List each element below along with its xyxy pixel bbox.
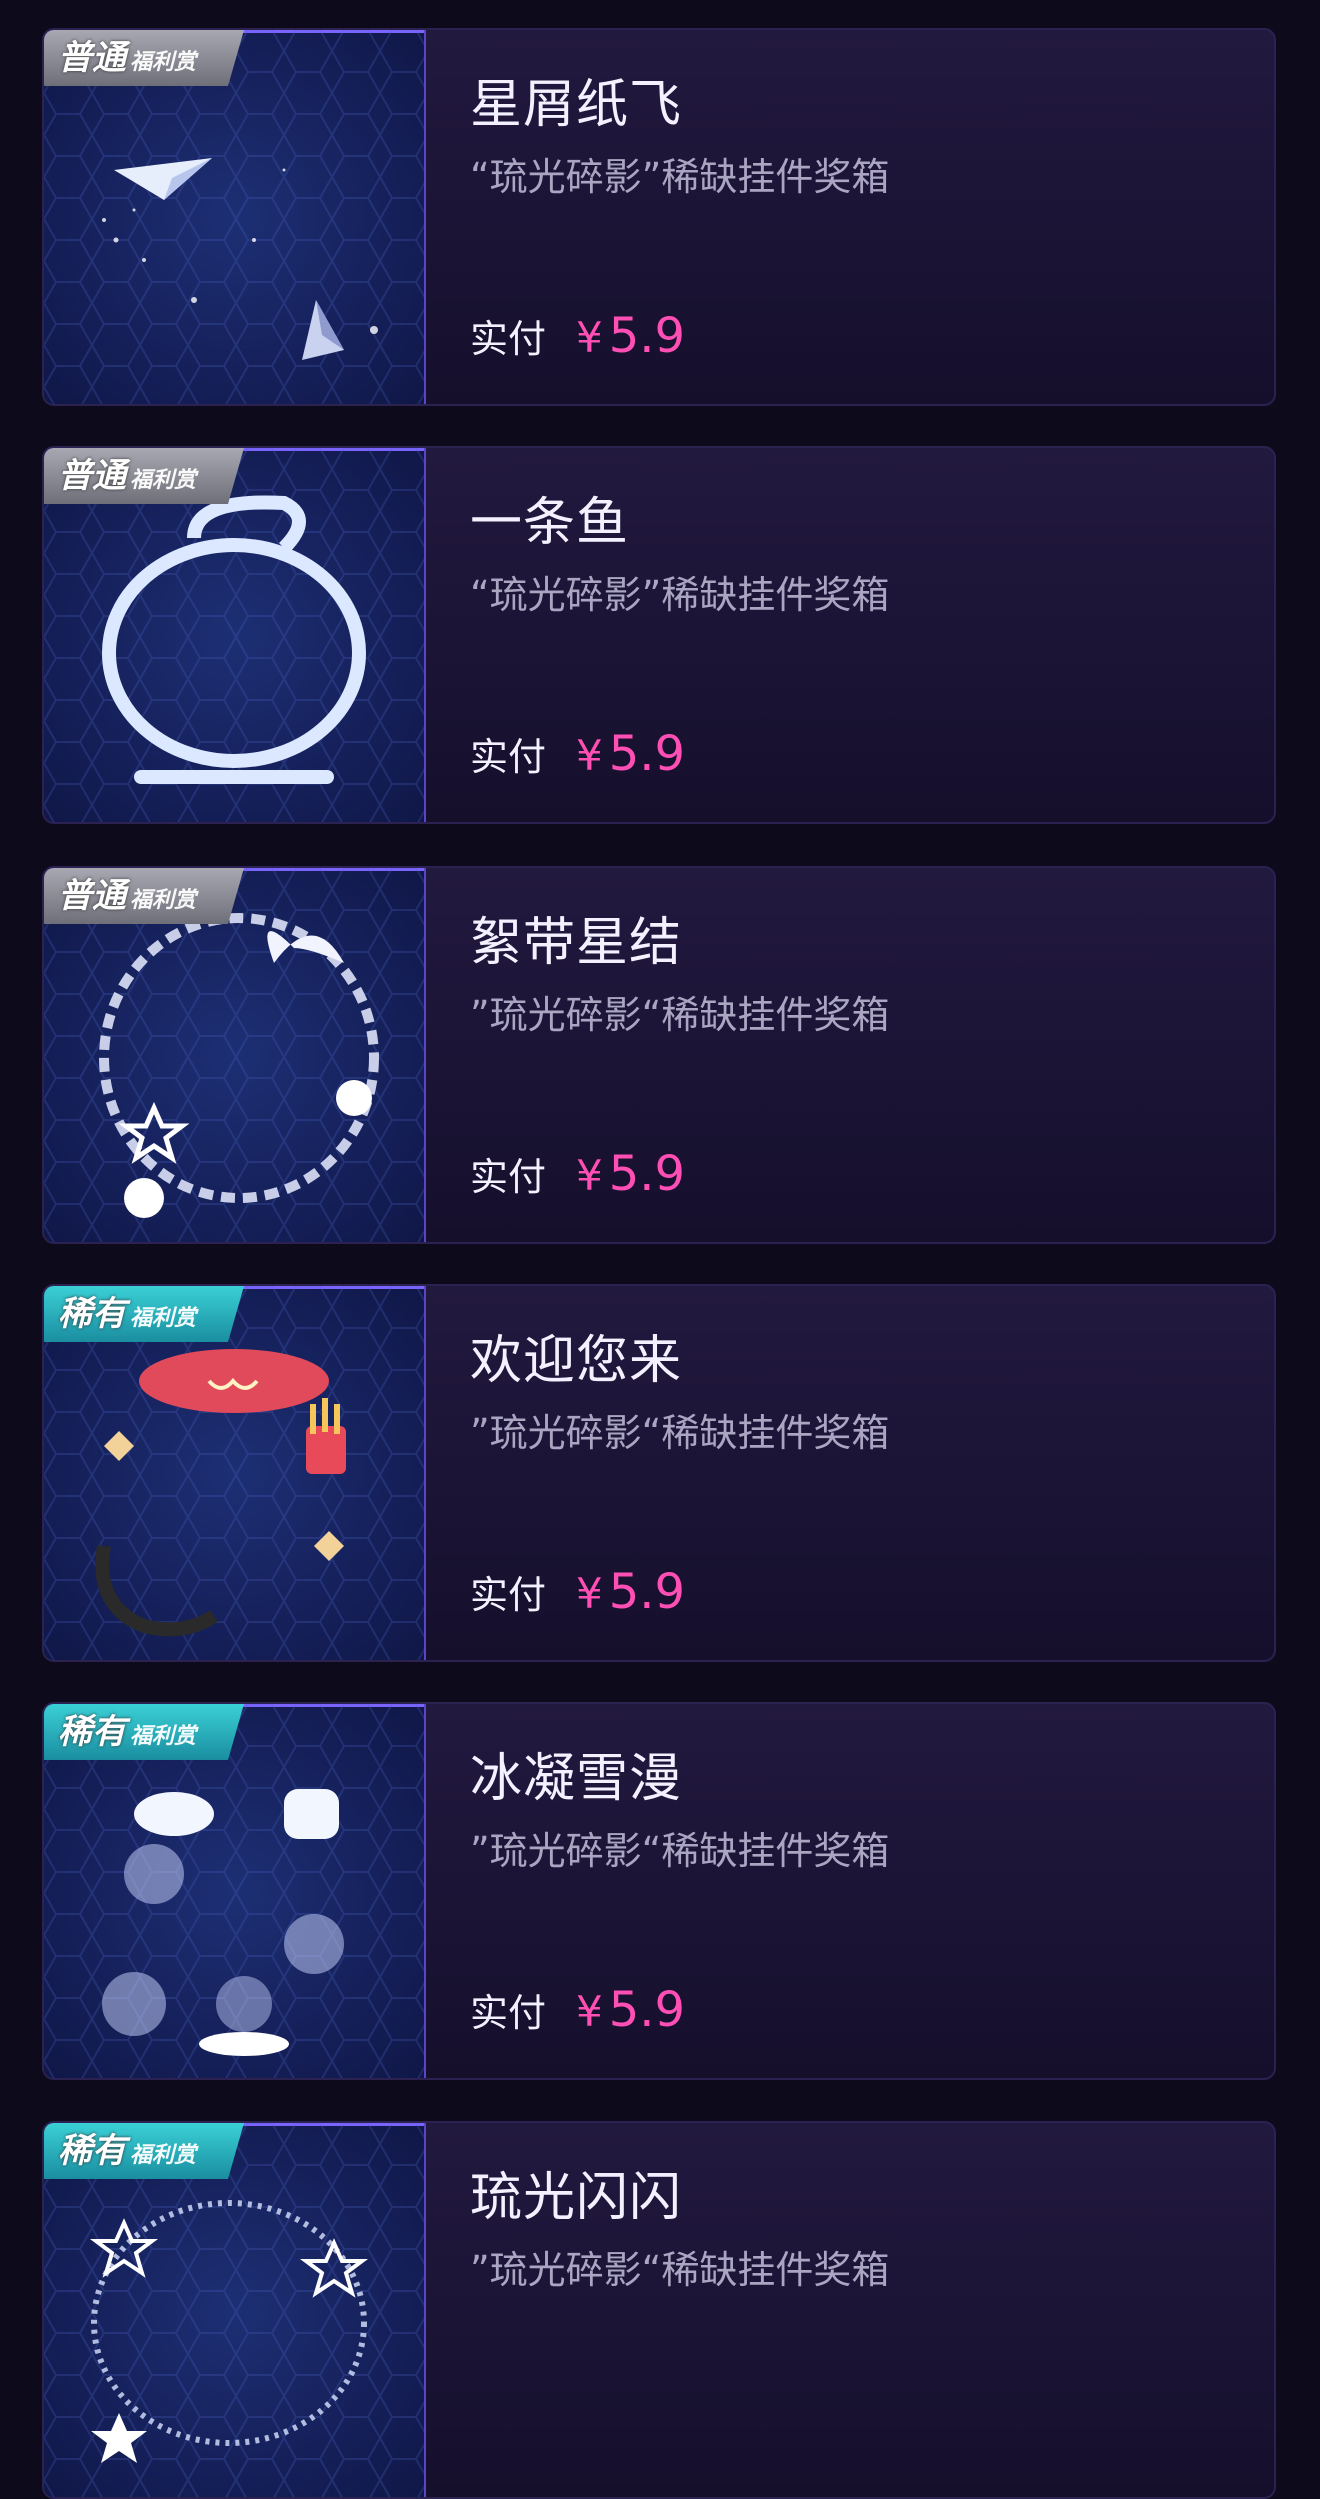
price-amount: 5.9 xyxy=(608,726,686,782)
product-title: 絮带星结 xyxy=(470,913,683,973)
badge-main-label: 稀有 xyxy=(58,2131,126,2171)
price-row: 实付 ¥5.9 xyxy=(470,1982,685,2038)
product-thumbnail: 普通 福利赏 xyxy=(44,30,426,404)
pay-label: 实付 xyxy=(470,1573,547,1617)
price-amount: 5.9 xyxy=(608,1564,686,1620)
product-thumbnail: 普通 福利赏 xyxy=(44,448,426,822)
rare-badge: 稀有 福利赏 xyxy=(44,1286,244,1342)
product-card-4[interactable]: 稀有 福利赏 欢迎您来 ”琉光碎影“稀缺挂件奖箱 实付 ¥5.9 xyxy=(42,1284,1276,1662)
product-card-2[interactable]: 普通 福利赏 一条鱼 “琉光碎影”稀缺挂件奖箱 实付 ¥5.9 xyxy=(42,446,1276,824)
product-card-1[interactable]: 普通 福利赏 星屑纸飞 “琉光碎影”稀缺挂件奖箱 实付 ¥5.9 xyxy=(42,28,1276,406)
price-amount: 5.9 xyxy=(608,1146,686,1202)
badge-sub-label: 福利赏 xyxy=(130,2143,197,2168)
product-subtitle: ”琉光碎影“稀缺挂件奖箱 xyxy=(470,993,890,1037)
product-title: 冰凝雪漫 xyxy=(470,1749,683,1809)
price: ¥5.9 xyxy=(576,308,685,364)
currency-symbol: ¥ xyxy=(576,1569,603,1618)
product-subtitle: ”琉光碎影“稀缺挂件奖箱 xyxy=(470,1411,890,1455)
product-subtitle: “琉光碎影”稀缺挂件奖箱 xyxy=(470,573,890,617)
price: ¥5.9 xyxy=(576,726,685,782)
product-info: 絮带星结 ”琉光碎影“稀缺挂件奖箱 实付 ¥5.9 xyxy=(470,868,1274,1242)
normal-badge: 普通 福利赏 xyxy=(44,30,244,86)
product-title: 琉光闪闪 xyxy=(470,2168,683,2228)
currency-symbol: ¥ xyxy=(576,313,603,362)
price-amount: 5.9 xyxy=(608,308,686,364)
product-title: 欢迎您来 xyxy=(470,1331,683,1391)
pay-label: 实付 xyxy=(470,1155,547,1199)
product-info: 一条鱼 “琉光碎影”稀缺挂件奖箱 实付 ¥5.9 xyxy=(470,448,1274,822)
badge-sub-label: 福利赏 xyxy=(130,468,197,493)
fish-bowl-frame-icon xyxy=(102,495,366,784)
currency-symbol: ¥ xyxy=(576,1987,603,2036)
sparkle-star-frame-icon xyxy=(90,2200,368,2463)
pay-label: 实付 xyxy=(470,735,547,779)
normal-badge: 普通 福利赏 xyxy=(44,868,244,924)
product-info: 星屑纸飞 “琉光碎影”稀缺挂件奖箱 实付 ¥5.9 xyxy=(470,30,1274,404)
product-title: 一条鱼 xyxy=(470,493,630,553)
price-row: 实付 ¥5.9 xyxy=(470,1564,685,1620)
price-row: 实付 ¥5.9 xyxy=(470,726,685,782)
normal-badge: 普通 福利赏 xyxy=(44,448,244,504)
pay-label: 实付 xyxy=(470,317,547,361)
currency-symbol: ¥ xyxy=(576,1151,603,1200)
snow-frame-icon xyxy=(102,1789,344,2056)
badge-sub-label: 福利赏 xyxy=(130,1306,197,1331)
price-amount: 5.9 xyxy=(608,1982,686,2038)
product-subtitle: ”琉光碎影“稀缺挂件奖箱 xyxy=(470,1829,890,1873)
currency-symbol: ¥ xyxy=(576,731,603,780)
paper-plane-icon xyxy=(102,158,378,360)
price-row: 实付 ¥5.9 xyxy=(470,1146,685,1202)
price xyxy=(500,2401,506,2457)
snack-frame-icon xyxy=(95,1349,346,1637)
badge-sub-label: 福利赏 xyxy=(130,1724,197,1749)
ribbon-star-frame-icon xyxy=(99,913,379,1218)
rare-badge: 稀有 福利赏 xyxy=(44,1704,244,1760)
product-card-6[interactable]: 稀有 福利赏 琉光闪闪 ”琉光碎影“稀缺挂件奖箱 xyxy=(42,2121,1276,2499)
product-thumbnail: 稀有 福利赏 xyxy=(44,1704,426,2078)
price: ¥5.9 xyxy=(576,1982,685,2038)
product-thumbnail: 普通 福利赏 xyxy=(44,868,426,1242)
price: ¥5.9 xyxy=(576,1146,685,1202)
product-list: 普通 福利赏 星屑纸飞 “琉光碎影”稀缺挂件奖箱 实付 ¥5.9 普通 福利赏 … xyxy=(0,0,1320,2499)
badge-main-label: 普通 xyxy=(58,456,126,496)
product-info: 琉光闪闪 ”琉光碎影“稀缺挂件奖箱 xyxy=(470,2123,1274,2497)
badge-main-label: 普通 xyxy=(58,38,126,78)
badge-sub-label: 福利赏 xyxy=(130,888,197,913)
price-row: 实付 ¥5.9 xyxy=(470,308,685,364)
badge-main-label: 稀有 xyxy=(58,1294,126,1334)
badge-main-label: 稀有 xyxy=(58,1712,126,1752)
product-thumbnail: 稀有 福利赏 xyxy=(44,1286,426,1660)
product-subtitle: ”琉光碎影“稀缺挂件奖箱 xyxy=(470,2248,890,2292)
product-title: 星屑纸飞 xyxy=(470,75,683,135)
product-subtitle: “琉光碎影”稀缺挂件奖箱 xyxy=(470,155,890,199)
product-card-3[interactable]: 普通 福利赏 絮带星结 ”琉光碎影“稀缺挂件奖箱 实付 ¥5.9 xyxy=(42,866,1276,1244)
product-card-5[interactable]: 稀有 福利赏 冰凝雪漫 ”琉光碎影“稀缺挂件奖箱 实付 ¥5.9 xyxy=(42,1702,1276,2080)
price-row xyxy=(470,2401,506,2457)
price: ¥5.9 xyxy=(576,1564,685,1620)
product-thumbnail: 稀有 福利赏 xyxy=(44,2123,426,2497)
badge-main-label: 普通 xyxy=(58,876,126,916)
product-info: 冰凝雪漫 ”琉光碎影“稀缺挂件奖箱 实付 ¥5.9 xyxy=(470,1704,1274,2078)
pay-label: 实付 xyxy=(470,1991,547,2035)
product-info: 欢迎您来 ”琉光碎影“稀缺挂件奖箱 实付 ¥5.9 xyxy=(470,1286,1274,1660)
rare-badge: 稀有 福利赏 xyxy=(44,2123,244,2179)
badge-sub-label: 福利赏 xyxy=(130,50,197,75)
